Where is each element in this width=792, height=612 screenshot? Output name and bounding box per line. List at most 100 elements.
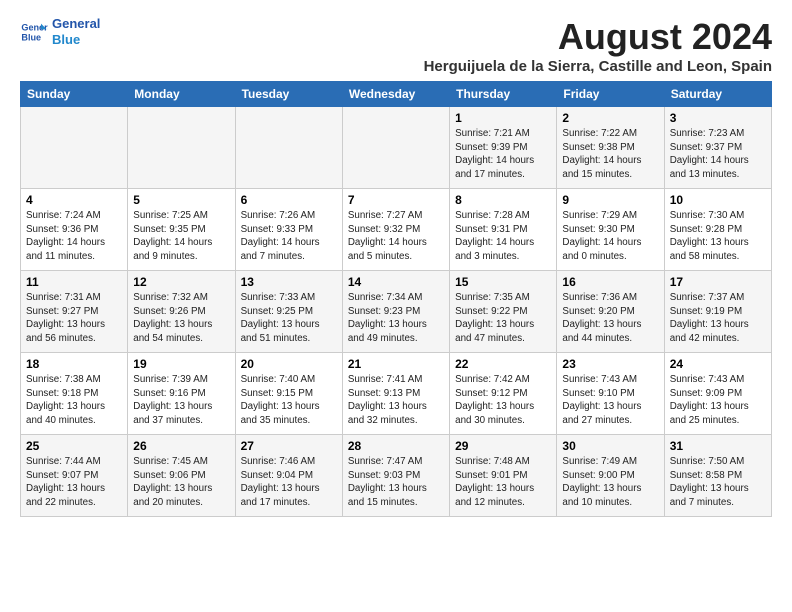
day-info: Sunrise: 7:34 AM Sunset: 9:23 PM Dayligh… bbox=[348, 291, 444, 346]
calendar-cell: 6 Sunrise: 7:26 AM Sunset: 9:33 PM Daylig… bbox=[235, 189, 342, 271]
weekday-header-tuesday: Tuesday bbox=[235, 82, 342, 107]
day-info: Sunrise: 7:35 AM Sunset: 9:22 PM Dayligh… bbox=[455, 291, 551, 346]
day-number: 26 bbox=[133, 439, 229, 453]
day-number: 8 bbox=[455, 193, 551, 207]
day-info: Sunrise: 7:48 AM Sunset: 9:01 PM Dayligh… bbox=[455, 455, 551, 510]
day-info: Sunrise: 7:23 AM Sunset: 9:37 PM Dayligh… bbox=[670, 127, 766, 182]
day-info: Sunrise: 7:37 AM Sunset: 9:19 PM Dayligh… bbox=[670, 291, 766, 346]
title-area: August 2024 Herguijuela de la Sierra, Ca… bbox=[424, 16, 772, 75]
calendar-cell: 26 Sunrise: 7:45 AM Sunset: 9:06 PM Dayli… bbox=[128, 435, 235, 517]
calendar-cell: 12 Sunrise: 7:32 AM Sunset: 9:26 PM Dayli… bbox=[128, 271, 235, 353]
logo-text-blue: Blue bbox=[52, 32, 100, 48]
day-info: Sunrise: 7:32 AM Sunset: 9:26 PM Dayligh… bbox=[133, 291, 229, 346]
day-number: 17 bbox=[670, 275, 766, 289]
day-info: Sunrise: 7:31 AM Sunset: 9:27 PM Dayligh… bbox=[26, 291, 122, 346]
calendar-cell: 14 Sunrise: 7:34 AM Sunset: 9:23 PM Dayli… bbox=[342, 271, 449, 353]
weekday-header-sunday: Sunday bbox=[21, 82, 128, 107]
day-info: Sunrise: 7:41 AM Sunset: 9:13 PM Dayligh… bbox=[348, 373, 444, 428]
day-info: Sunrise: 7:45 AM Sunset: 9:06 PM Dayligh… bbox=[133, 455, 229, 510]
day-number: 18 bbox=[26, 357, 122, 371]
calendar-cell bbox=[342, 107, 449, 189]
day-info: Sunrise: 7:46 AM Sunset: 9:04 PM Dayligh… bbox=[241, 455, 337, 510]
calendar-cell: 11Sunrise: 7:31 AM Sunset: 9:27 PM Dayli… bbox=[21, 271, 128, 353]
weekday-header-wednesday: Wednesday bbox=[342, 82, 449, 107]
day-info: Sunrise: 7:26 AM Sunset: 9:33 PM Dayligh… bbox=[241, 209, 337, 264]
calendar-cell: 3 Sunrise: 7:23 AM Sunset: 9:37 PM Daylig… bbox=[664, 107, 771, 189]
day-number: 4 bbox=[26, 193, 122, 207]
calendar-cell: 17 Sunrise: 7:37 AM Sunset: 9:19 PM Dayli… bbox=[664, 271, 771, 353]
calendar-cell: 8 Sunrise: 7:28 AM Sunset: 9:31 PM Daylig… bbox=[450, 189, 557, 271]
calendar-cell: 16 Sunrise: 7:36 AM Sunset: 9:20 PM Dayli… bbox=[557, 271, 664, 353]
weekday-header-friday: Friday bbox=[557, 82, 664, 107]
day-number: 16 bbox=[562, 275, 658, 289]
calendar-cell bbox=[235, 107, 342, 189]
day-info: Sunrise: 7:47 AM Sunset: 9:03 PM Dayligh… bbox=[348, 455, 444, 510]
calendar-cell: 20Sunrise: 7:40 AM Sunset: 9:15 PM Dayli… bbox=[235, 353, 342, 435]
day-info: Sunrise: 7:36 AM Sunset: 9:20 PM Dayligh… bbox=[562, 291, 658, 346]
day-info: Sunrise: 7:30 AM Sunset: 9:28 PM Dayligh… bbox=[670, 209, 766, 264]
calendar-cell: 9 Sunrise: 7:29 AM Sunset: 9:30 PM Daylig… bbox=[557, 189, 664, 271]
calendar-cell: 18Sunrise: 7:38 AM Sunset: 9:18 PM Dayli… bbox=[21, 353, 128, 435]
logo-icon: General Blue bbox=[20, 18, 48, 46]
main-title: August 2024 bbox=[424, 16, 772, 58]
calendar-cell: 28 Sunrise: 7:47 AM Sunset: 9:03 PM Dayli… bbox=[342, 435, 449, 517]
day-number: 31 bbox=[670, 439, 766, 453]
calendar-cell bbox=[128, 107, 235, 189]
day-number: 23 bbox=[562, 357, 658, 371]
calendar-week-5: 25 Sunrise: 7:44 AM Sunset: 9:07 PM Dayli… bbox=[21, 435, 772, 517]
calendar-cell: 30Sunrise: 7:49 AM Sunset: 9:00 PM Dayli… bbox=[557, 435, 664, 517]
calendar-cell: 13 Sunrise: 7:33 AM Sunset: 9:25 PM Dayli… bbox=[235, 271, 342, 353]
day-info: Sunrise: 7:43 AM Sunset: 9:10 PM Dayligh… bbox=[562, 373, 658, 428]
day-number: 5 bbox=[133, 193, 229, 207]
day-info: Sunrise: 7:21 AM Sunset: 9:39 PM Dayligh… bbox=[455, 127, 551, 182]
calendar-cell: 5Sunrise: 7:25 AM Sunset: 9:35 PM Daylig… bbox=[128, 189, 235, 271]
day-number: 29 bbox=[455, 439, 551, 453]
calendar-table: SundayMondayTuesdayWednesdayThursdayFrid… bbox=[20, 81, 772, 517]
day-info: Sunrise: 7:49 AM Sunset: 9:00 PM Dayligh… bbox=[562, 455, 658, 510]
day-number: 24 bbox=[670, 357, 766, 371]
calendar-week-4: 18Sunrise: 7:38 AM Sunset: 9:18 PM Dayli… bbox=[21, 353, 772, 435]
day-number: 10 bbox=[670, 193, 766, 207]
day-info: Sunrise: 7:44 AM Sunset: 9:07 PM Dayligh… bbox=[26, 455, 122, 510]
logo-text-general: General bbox=[52, 16, 100, 32]
day-number: 25 bbox=[26, 439, 122, 453]
header: General Blue General Blue August 2024 He… bbox=[20, 16, 772, 75]
day-number: 22 bbox=[455, 357, 551, 371]
day-number: 2 bbox=[562, 111, 658, 125]
day-info: Sunrise: 7:42 AM Sunset: 9:12 PM Dayligh… bbox=[455, 373, 551, 428]
day-number: 6 bbox=[241, 193, 337, 207]
day-number: 13 bbox=[241, 275, 337, 289]
weekday-header-saturday: Saturday bbox=[664, 82, 771, 107]
day-info: Sunrise: 7:33 AM Sunset: 9:25 PM Dayligh… bbox=[241, 291, 337, 346]
day-info: Sunrise: 7:28 AM Sunset: 9:31 PM Dayligh… bbox=[455, 209, 551, 264]
calendar-cell: 21Sunrise: 7:41 AM Sunset: 9:13 PM Dayli… bbox=[342, 353, 449, 435]
day-number: 14 bbox=[348, 275, 444, 289]
day-info: Sunrise: 7:24 AM Sunset: 9:36 PM Dayligh… bbox=[26, 209, 122, 264]
calendar-cell: 7 Sunrise: 7:27 AM Sunset: 9:32 PM Daylig… bbox=[342, 189, 449, 271]
calendar-cell: 24 Sunrise: 7:43 AM Sunset: 9:09 PM Dayli… bbox=[664, 353, 771, 435]
subtitle: Herguijuela de la Sierra, Castille and L… bbox=[424, 58, 772, 75]
day-number: 9 bbox=[562, 193, 658, 207]
day-number: 1 bbox=[455, 111, 551, 125]
day-number: 19 bbox=[133, 357, 229, 371]
svg-text:Blue: Blue bbox=[21, 32, 41, 42]
calendar-cell: 4 Sunrise: 7:24 AM Sunset: 9:36 PM Daylig… bbox=[21, 189, 128, 271]
day-number: 20 bbox=[241, 357, 337, 371]
calendar-week-3: 11Sunrise: 7:31 AM Sunset: 9:27 PM Dayli… bbox=[21, 271, 772, 353]
day-number: 7 bbox=[348, 193, 444, 207]
day-number: 12 bbox=[133, 275, 229, 289]
calendar-cell: 22 Sunrise: 7:42 AM Sunset: 9:12 PM Dayli… bbox=[450, 353, 557, 435]
day-info: Sunrise: 7:29 AM Sunset: 9:30 PM Dayligh… bbox=[562, 209, 658, 264]
calendar-week-2: 4 Sunrise: 7:24 AM Sunset: 9:36 PM Daylig… bbox=[21, 189, 772, 271]
day-number: 3 bbox=[670, 111, 766, 125]
calendar-cell: 15 Sunrise: 7:35 AM Sunset: 9:22 PM Dayli… bbox=[450, 271, 557, 353]
calendar-cell: 25 Sunrise: 7:44 AM Sunset: 9:07 PM Dayli… bbox=[21, 435, 128, 517]
day-number: 15 bbox=[455, 275, 551, 289]
calendar-cell: 29 Sunrise: 7:48 AM Sunset: 9:01 PM Dayli… bbox=[450, 435, 557, 517]
day-info: Sunrise: 7:43 AM Sunset: 9:09 PM Dayligh… bbox=[670, 373, 766, 428]
calendar-cell: 27Sunrise: 7:46 AM Sunset: 9:04 PM Dayli… bbox=[235, 435, 342, 517]
calendar-cell: 10 Sunrise: 7:30 AM Sunset: 9:28 PM Dayli… bbox=[664, 189, 771, 271]
day-info: Sunrise: 7:27 AM Sunset: 9:32 PM Dayligh… bbox=[348, 209, 444, 264]
day-number: 28 bbox=[348, 439, 444, 453]
calendar-week-1: 1 Sunrise: 7:21 AM Sunset: 9:39 PM Daylig… bbox=[21, 107, 772, 189]
